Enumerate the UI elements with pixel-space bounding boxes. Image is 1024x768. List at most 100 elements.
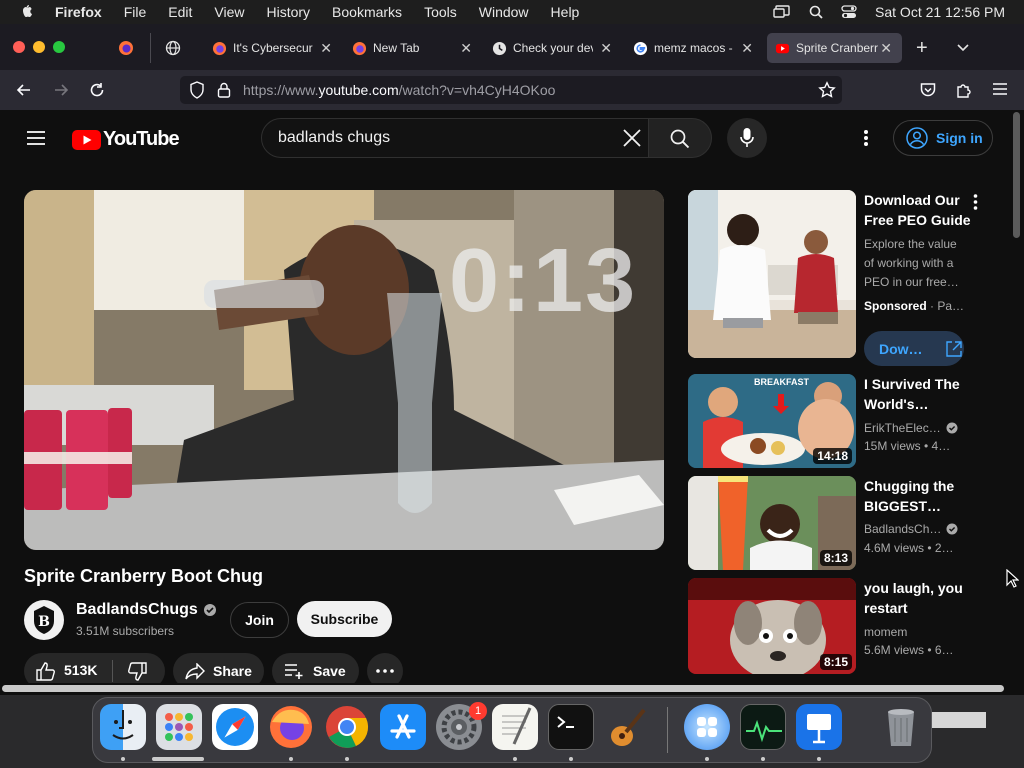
- menu-window[interactable]: Window: [479, 4, 529, 20]
- menubar-clock[interactable]: Sat Oct 21 12:56 PM: [875, 4, 1005, 20]
- tab-check-device[interactable]: Check your dev ✕: [492, 33, 612, 63]
- tab-memz-macos[interactable]: memz macos - ✕: [633, 33, 753, 63]
- channel-name[interactable]: BadlandsChugs: [76, 601, 217, 619]
- ad-title[interactable]: Download Our Free PEO Guide: [864, 190, 974, 230]
- minimize-window-button[interactable]: [33, 41, 45, 53]
- tab-divider: [150, 33, 151, 63]
- new-tab-icon[interactable]: +: [916, 37, 928, 60]
- hamburger-menu-icon[interactable]: [992, 82, 1008, 101]
- tab-new-tab[interactable]: New Tab ✕: [352, 33, 472, 63]
- google-icon: [633, 41, 648, 55]
- video-title-line: BIGGEST…: [864, 498, 942, 514]
- share-arrow-icon: [185, 662, 205, 680]
- ad-advertiser: · Pa…: [926, 299, 965, 313]
- menu-help[interactable]: Help: [551, 4, 580, 20]
- related-video-thumbnail[interactable]: BREAKFAST 14:18: [688, 374, 856, 468]
- horizontal-scrollbar-thumb[interactable]: [2, 685, 1004, 692]
- textedit-icon[interactable]: [492, 704, 538, 750]
- safari-icon[interactable]: [212, 704, 258, 750]
- ad-more-icon[interactable]: [973, 194, 978, 215]
- running-indicator: [513, 757, 517, 761]
- related-video-thumbnail[interactable]: 8:13: [688, 476, 856, 570]
- ad-download-button[interactable]: Dow…: [864, 331, 964, 366]
- terminal-icon[interactable]: [548, 704, 594, 750]
- video-player[interactable]: 0:13: [24, 190, 664, 550]
- related-video-channel[interactable]: BadlandsCh…: [864, 520, 958, 538]
- extensions-puzzle-icon[interactable]: [955, 81, 973, 104]
- related-video-thumbnail[interactable]: 8:15: [688, 578, 856, 674]
- channel-avatar[interactable]: B: [24, 600, 64, 640]
- voice-search-button[interactable]: [727, 118, 767, 158]
- search-input[interactable]: badlands chugs: [261, 118, 649, 158]
- tab-title: It's Cybersecur: [233, 41, 313, 55]
- close-tab-icon[interactable]: ✕: [741, 40, 753, 57]
- tab-title: New Tab: [373, 41, 420, 55]
- url-text[interactable]: https://www.youtube.com/watch?v=vh4CyH4O…: [243, 82, 555, 98]
- thumbs-down-icon: [128, 662, 147, 681]
- garageband-icon[interactable]: [604, 704, 650, 750]
- screen-mirroring-icon[interactable]: [773, 5, 791, 19]
- related-video-title[interactable]: you laugh, you restart: [864, 578, 974, 618]
- forward-icon[interactable]: [52, 81, 70, 104]
- app-store-icon[interactable]: [380, 704, 426, 750]
- youtube-logo[interactable]: YouTube: [72, 128, 180, 151]
- clear-search-icon[interactable]: [622, 128, 642, 153]
- menu-view[interactable]: View: [214, 4, 244, 20]
- reload-icon[interactable]: [88, 81, 106, 104]
- account-circle-icon: [906, 127, 928, 149]
- settings-dots-icon[interactable]: [863, 129, 869, 152]
- search-button[interactable]: [648, 118, 712, 158]
- spotlight-search-icon[interactable]: [809, 5, 823, 19]
- list-all-tabs-icon[interactable]: [956, 40, 970, 59]
- search-icon: [670, 129, 690, 149]
- tracking-protection-shield-icon[interactable]: [189, 81, 205, 104]
- menu-file[interactable]: File: [124, 4, 147, 20]
- firefox-dock-icon[interactable]: [268, 704, 314, 750]
- close-tab-icon[interactable]: ✕: [600, 40, 612, 57]
- widget-app-icon[interactable]: [684, 704, 730, 750]
- close-window-button[interactable]: [13, 41, 25, 53]
- chrome-icon[interactable]: [324, 704, 370, 750]
- control-center-icon[interactable]: [841, 5, 857, 19]
- related-video-channel[interactable]: ErikTheElec…: [864, 419, 958, 437]
- bookmark-star-icon[interactable]: [818, 81, 836, 104]
- dislike-button[interactable]: [127, 662, 147, 684]
- menu-history[interactable]: History: [266, 4, 310, 20]
- sign-in-button[interactable]: Sign in: [893, 120, 993, 156]
- ad-description: Explore the value of working with a PEO in…: [864, 235, 959, 292]
- menu-app-name[interactable]: Firefox: [55, 4, 102, 20]
- related-video-channel[interactable]: momem: [864, 623, 907, 641]
- page-scrollbar-thumb[interactable]: [1013, 112, 1020, 238]
- menu-bookmarks[interactable]: Bookmarks: [332, 4, 402, 20]
- keynote-icon[interactable]: [796, 704, 842, 750]
- join-button[interactable]: Join: [230, 602, 289, 638]
- lock-icon[interactable]: [217, 81, 231, 104]
- firefox-view-icon[interactable]: [118, 40, 134, 61]
- ad-thumbnail[interactable]: [688, 190, 856, 358]
- pocket-icon[interactable]: [919, 81, 937, 104]
- url-prefix: https://www.: [243, 82, 319, 98]
- zoom-window-button[interactable]: [53, 41, 65, 53]
- menu-edit[interactable]: Edit: [168, 4, 192, 20]
- close-tab-icon[interactable]: ✕: [880, 40, 892, 57]
- video-duration: 14:18: [813, 448, 852, 464]
- activity-monitor-icon[interactable]: [740, 704, 786, 750]
- related-video-title[interactable]: I Survived The World's…: [864, 374, 974, 414]
- launchpad-icon[interactable]: [156, 704, 202, 750]
- related-video-title[interactable]: Chugging the BIGGEST…: [864, 476, 974, 516]
- close-tab-icon[interactable]: ✕: [320, 40, 332, 57]
- subscribe-button[interactable]: Subscribe: [297, 601, 392, 637]
- menu-tools[interactable]: Tools: [424, 4, 457, 20]
- verified-check-icon: [946, 523, 958, 535]
- tab-cybersecurity[interactable]: It's Cybersecur ✕: [212, 33, 332, 63]
- globe-icon[interactable]: [165, 40, 181, 61]
- sign-in-label: Sign in: [936, 130, 983, 146]
- close-tab-icon[interactable]: ✕: [460, 40, 472, 57]
- like-button[interactable]: [36, 662, 56, 684]
- guide-menu-icon[interactable]: [26, 130, 46, 151]
- back-icon[interactable]: [15, 81, 33, 104]
- trash-icon[interactable]: [878, 704, 924, 750]
- apple-icon[interactable]: [19, 4, 35, 20]
- finder-icon[interactable]: [100, 704, 146, 750]
- tab-sprite-cranberry[interactable]: Sprite Cranberr ✕: [767, 33, 902, 63]
